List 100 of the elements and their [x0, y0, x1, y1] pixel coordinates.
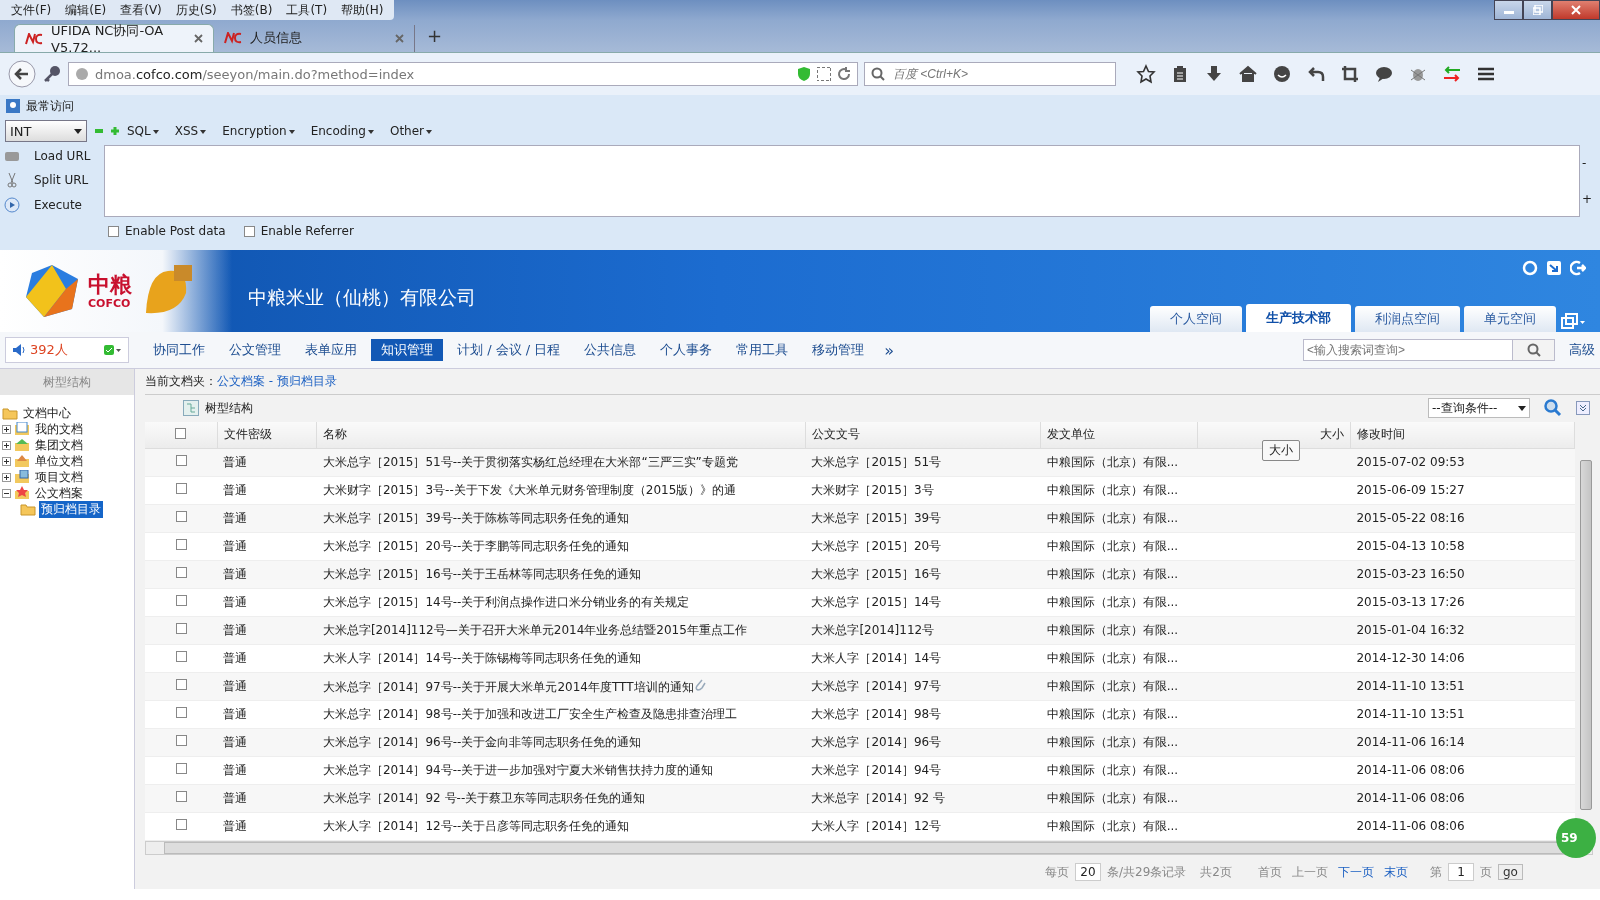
document-link[interactable]: 大米人字［2014］14号--关于陈锡梅等同志职务任免的通知 [322, 650, 642, 665]
online-count[interactable]: 392人 [5, 337, 129, 363]
vertical-scrollbar[interactable] [1580, 460, 1592, 810]
browser-tab[interactable]: 人员信息 [214, 24, 414, 52]
type-select[interactable]: INT [5, 120, 87, 142]
url-textarea[interactable] [104, 145, 1580, 217]
hackbar-action[interactable]: Load URL [34, 149, 91, 164]
close-icon[interactable] [194, 34, 203, 43]
minimize-button[interactable] [1494, 0, 1523, 20]
collapse-toggle-icon[interactable] [2, 488, 11, 498]
menu-item[interactable]: 帮助(H) [334, 1, 391, 19]
row-checkbox[interactable] [175, 623, 187, 635]
row-checkbox[interactable] [175, 567, 187, 579]
page-size-field[interactable]: 20 [1075, 863, 1101, 882]
menu-item[interactable]: 编辑(E) [58, 1, 114, 19]
row-checkbox[interactable] [175, 791, 187, 803]
swap-arrows-icon[interactable] [1442, 64, 1462, 84]
column-header[interactable]: 修改时间 [1356, 427, 1405, 442]
document-link[interactable]: 大米总字［2015］20号--关于李鹏等同志职务任免的通知 [322, 538, 630, 553]
speech-bubble-icon[interactable] [1374, 64, 1394, 84]
document-link[interactable]: 大米人字［2014］12号--关于吕彦等同志职务任免的通知 [322, 818, 630, 833]
nav-item[interactable]: 计划 / 会议 / 日程 [447, 339, 571, 361]
row-checkbox[interactable] [175, 651, 187, 663]
search-box[interactable]: 百度 <Ctrl+K> [864, 62, 1116, 86]
row-checkbox[interactable] [175, 483, 187, 495]
back-icon[interactable] [8, 60, 36, 88]
menu-item[interactable]: 工具(T) [279, 1, 335, 19]
reload-icon[interactable] [837, 67, 851, 81]
play-icon[interactable] [4, 196, 20, 213]
tree-item[interactable]: 单位文档 [33, 452, 85, 470]
checkbox[interactable] [243, 225, 255, 237]
home-icon[interactable] [1238, 64, 1258, 84]
search-icon[interactable] [1544, 399, 1562, 418]
tree-item[interactable]: 公文档案 [33, 484, 85, 502]
pager-link[interactable]: 末页 [1383, 863, 1408, 881]
tree-item[interactable]: 集团文档 [33, 436, 85, 454]
document-link[interactable]: 大米总字［2015］14号--关于利润点操作进口米分销业务的有关规定 [322, 594, 690, 609]
hackbar-action[interactable]: Execute [34, 197, 82, 212]
row-checkbox[interactable] [175, 679, 187, 691]
close-icon[interactable] [395, 33, 404, 43]
row-checkbox[interactable] [175, 707, 187, 719]
nav-item[interactable]: 协同工作 [143, 339, 215, 361]
minus-icon[interactable] [95, 127, 103, 135]
tree-item[interactable]: 我的文档 [33, 420, 85, 438]
query-select[interactable]: --查询条件-- [1428, 398, 1530, 419]
hackbar-menu[interactable]: Encryption [222, 124, 295, 138]
tree-item[interactable]: 项目文档 [33, 468, 85, 486]
go-button[interactable]: go [1497, 864, 1523, 881]
status-icon[interactable] [104, 344, 122, 355]
space-tab[interactable]: 生产技术部 [1246, 304, 1351, 332]
expand-toggle-icon[interactable] [2, 424, 11, 434]
menu-item[interactable]: 历史(S) [168, 1, 224, 19]
search-button[interactable] [1513, 339, 1555, 361]
restore-button[interactable] [1523, 0, 1552, 20]
document-link[interactable]: 大米总字［2014］98号--关于加强和改进工厂安全生产检查及隐患排查治理工 [322, 706, 738, 721]
column-header[interactable]: 名称 [323, 427, 348, 442]
menu-item[interactable]: 书签(B) [223, 1, 280, 19]
minimize-window-icon[interactable] [1546, 260, 1562, 276]
shield-icon[interactable] [797, 66, 811, 82]
nav-item[interactable]: 表单应用 [295, 339, 367, 361]
space-tab[interactable]: 个人空间 [1150, 306, 1242, 332]
hackbar-menu[interactable]: Other [389, 124, 433, 138]
select-all-checkbox[interactable] [175, 427, 187, 439]
row-checkbox[interactable] [175, 595, 187, 607]
nav-item[interactable]: 移动管理 [802, 339, 875, 361]
row-checkbox[interactable] [175, 511, 187, 523]
crop-icon[interactable] [1340, 64, 1360, 84]
advanced-link[interactable]: 高级 [1569, 341, 1595, 359]
nav-item[interactable]: 公共信息 [574, 339, 647, 361]
expand-toggle-icon[interactable] [2, 440, 11, 450]
column-header[interactable]: 公文文号 [811, 427, 860, 442]
hackbar-menu[interactable]: Encoding [310, 124, 374, 138]
browser-tab[interactable]: UFIDA NC协同-OA V5.72... [14, 24, 214, 52]
row-checkbox[interactable] [175, 455, 187, 467]
column-header[interactable]: 大小 [1319, 427, 1344, 442]
resize-button[interactable]: - [1582, 156, 1600, 170]
nav-item[interactable]: 知识管理 [371, 339, 443, 361]
expand-icon[interactable] [1576, 401, 1590, 416]
hackbar-action[interactable]: Split URL [34, 173, 89, 187]
windows-icon[interactable] [1560, 312, 1586, 332]
tree-view-button[interactable]: 树型结构 [183, 399, 253, 417]
row-checkbox[interactable] [175, 819, 187, 831]
page-number-field[interactable]: 1 [1447, 863, 1474, 882]
bookmark-star-icon[interactable] [1136, 64, 1156, 84]
column-header[interactable]: 发文单位 [1047, 427, 1096, 442]
logout-icon[interactable] [1570, 260, 1586, 276]
checkbox[interactable] [108, 225, 119, 237]
row-checkbox[interactable] [175, 735, 187, 747]
space-tab[interactable]: 单元空间 [1464, 306, 1556, 332]
breadcrumb-link[interactable]: 预归档目录 [276, 372, 337, 390]
document-link[interactable]: 大米财字［2015］3号--关于下发《大米单元财务管理制度（2015版）》的通 [322, 482, 737, 497]
menu-item[interactable]: 查看(V) [113, 1, 169, 19]
search-box[interactable]: <输入搜索词查询> [1303, 339, 1513, 361]
row-checkbox[interactable] [175, 539, 187, 551]
menu-item[interactable]: 文件(F) [4, 1, 59, 19]
close-button[interactable] [1552, 0, 1600, 20]
chat-face-icon[interactable] [1272, 64, 1292, 84]
hackbar-menu[interactable]: SQL [127, 124, 159, 138]
undo-icon[interactable] [1306, 64, 1326, 84]
scissors-icon[interactable] [4, 172, 20, 188]
